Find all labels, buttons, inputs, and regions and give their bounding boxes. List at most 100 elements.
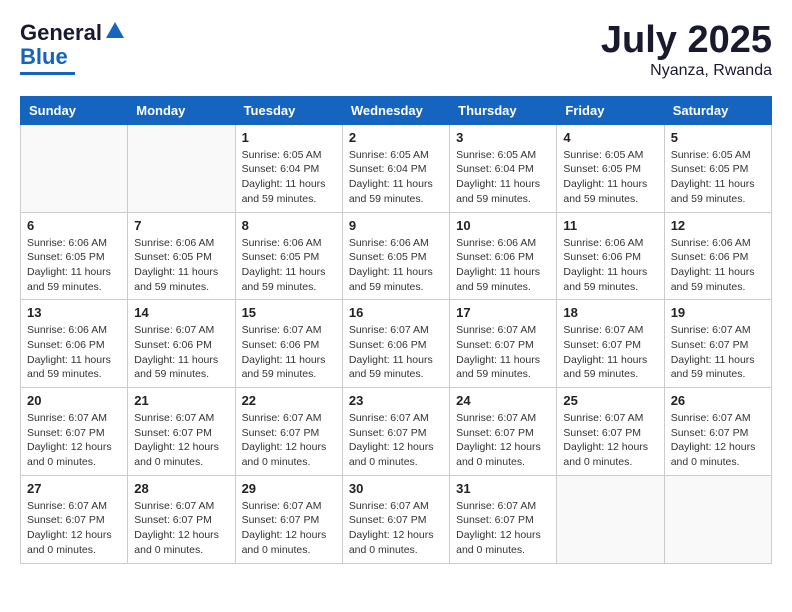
page-header: General Blue July 2025 Nyanza, Rwanda [20,20,772,80]
calendar-week-row: 20 Sunrise: 6:07 AMSunset: 6:07 PMDayligh… [21,388,772,476]
calendar-day-cell: 17 Sunrise: 6:07 AMSunset: 6:07 PMDayligh… [450,300,557,388]
weekday-header: Sunday [21,96,128,124]
calendar-day-cell: 7 Sunrise: 6:06 AMSunset: 6:05 PMDaylight… [128,212,235,300]
calendar-day-cell: 21Sunrise: 6:07 AMSunset: 6:07 PMDayligh… [128,388,235,476]
day-number: 16 [349,305,443,320]
weekday-header: Tuesday [235,96,342,124]
day-number: 19 [671,305,765,320]
day-number: 27 [27,481,121,496]
calendar-day-cell: 15 Sunrise: 6:07 AMSunset: 6:06 PMDayligh… [235,300,342,388]
day-info: Sunrise: 6:07 AMSunset: 6:07 PMDaylight:… [27,411,121,470]
calendar-day-cell [557,475,664,563]
logo-underline [20,72,75,75]
day-number: 26 [671,393,765,408]
day-number: 10 [456,218,550,233]
day-info: Sunrise: 6:06 AMSunset: 6:06 PMDaylight:… [27,323,121,382]
day-info: Sunrise: 6:07 AMSunset: 6:06 PMDaylight:… [242,323,336,382]
day-number: 12 [671,218,765,233]
location: Nyanza, Rwanda [601,62,772,80]
day-info: Sunrise: 6:07 AMSunset: 6:07 PMDaylight:… [456,323,550,382]
calendar-week-row: 13 Sunrise: 6:06 AMSunset: 6:06 PMDayligh… [21,300,772,388]
calendar-day-cell: 1Sunrise: 6:05 AMSunset: 6:04 PMDaylight… [235,124,342,212]
day-info: Sunrise: 6:06 AMSunset: 6:06 PMDaylight:… [671,236,765,295]
calendar-day-cell: 12 Sunrise: 6:06 AMSunset: 6:06 PMDayligh… [664,212,771,300]
calendar-week-row: 6Sunrise: 6:06 AMSunset: 6:05 PMDaylight… [21,212,772,300]
logo-blue: Blue [20,44,68,70]
day-number: 2 [349,130,443,145]
day-info: Sunrise: 6:07 AMSunset: 6:06 PMDaylight:… [134,323,228,382]
day-number: 5 [671,130,765,145]
day-info: Sunrise: 6:05 AMSunset: 6:04 PMDaylight:… [242,148,336,207]
day-info: Sunrise: 6:07 AMSunset: 6:06 PMDaylight:… [349,323,443,382]
day-info: Sunrise: 6:07 AMSunset: 6:07 PMDaylight:… [671,323,765,382]
weekday-header: Friday [557,96,664,124]
logo-general: General [20,20,102,46]
calendar-day-cell: 3 Sunrise: 6:05 AMSunset: 6:04 PMDaylight… [450,124,557,212]
day-info: Sunrise: 6:06 AMSunset: 6:05 PMDaylight:… [134,236,228,295]
calendar-day-cell: 27Sunrise: 6:07 AMSunset: 6:07 PMDayligh… [21,475,128,563]
calendar-day-cell: 16 Sunrise: 6:07 AMSunset: 6:06 PMDayligh… [342,300,449,388]
day-number: 15 [242,305,336,320]
calendar-day-cell: 14Sunrise: 6:07 AMSunset: 6:06 PMDayligh… [128,300,235,388]
weekday-header: Saturday [664,96,771,124]
day-info: Sunrise: 6:07 AMSunset: 6:07 PMDaylight:… [134,411,228,470]
day-info: Sunrise: 6:07 AMSunset: 6:07 PMDaylight:… [456,411,550,470]
day-info: Sunrise: 6:07 AMSunset: 6:07 PMDaylight:… [456,499,550,558]
calendar-day-cell: 31 Sunrise: 6:07 AMSunset: 6:07 PMDayligh… [450,475,557,563]
day-info: Sunrise: 6:05 AMSunset: 6:05 PMDaylight:… [671,148,765,207]
day-number: 25 [563,393,657,408]
calendar-day-cell: 5 Sunrise: 6:05 AMSunset: 6:05 PMDaylight… [664,124,771,212]
day-info: Sunrise: 6:07 AMSunset: 6:07 PMDaylight:… [134,499,228,558]
day-number: 3 [456,130,550,145]
day-number: 29 [242,481,336,496]
weekday-header: Monday [128,96,235,124]
calendar-day-cell: 11 Sunrise: 6:06 AMSunset: 6:06 PMDayligh… [557,212,664,300]
calendar-day-cell: 4Sunrise: 6:05 AMSunset: 6:05 PMDaylight… [557,124,664,212]
calendar-day-cell: 2 Sunrise: 6:05 AMSunset: 6:04 PMDaylight… [342,124,449,212]
day-info: Sunrise: 6:07 AMSunset: 6:07 PMDaylight:… [563,411,657,470]
calendar-day-cell: 6Sunrise: 6:06 AMSunset: 6:05 PMDaylight… [21,212,128,300]
day-number: 28 [134,481,228,496]
day-number: 7 [134,218,228,233]
month-year: July 2025 [601,20,772,62]
day-info: Sunrise: 6:05 AMSunset: 6:04 PMDaylight:… [456,148,550,207]
calendar-day-cell: 8Sunrise: 6:06 AMSunset: 6:05 PMDaylight… [235,212,342,300]
day-info: Sunrise: 6:06 AMSunset: 6:05 PMDaylight:… [349,236,443,295]
calendar-day-cell: 22Sunrise: 6:07 AMSunset: 6:07 PMDayligh… [235,388,342,476]
calendar-day-cell [664,475,771,563]
calendar-week-row: 1Sunrise: 6:05 AMSunset: 6:04 PMDaylight… [21,124,772,212]
day-info: Sunrise: 6:06 AMSunset: 6:05 PMDaylight:… [242,236,336,295]
calendar-day-cell: 23 Sunrise: 6:07 AMSunset: 6:07 PMDayligh… [342,388,449,476]
day-info: Sunrise: 6:07 AMSunset: 6:07 PMDaylight:… [242,499,336,558]
day-number: 13 [27,305,121,320]
calendar-day-cell: 29 Sunrise: 6:07 AMSunset: 6:07 PMDayligh… [235,475,342,563]
calendar-day-cell: 18Sunrise: 6:07 AMSunset: 6:07 PMDayligh… [557,300,664,388]
day-number: 11 [563,218,657,233]
day-info: Sunrise: 6:06 AMSunset: 6:05 PMDaylight:… [27,236,121,295]
calendar-day-cell: 30Sunrise: 6:07 AMSunset: 6:07 PMDayligh… [342,475,449,563]
day-info: Sunrise: 6:06 AMSunset: 6:06 PMDaylight:… [563,236,657,295]
calendar-day-cell: 19 Sunrise: 6:07 AMSunset: 6:07 PMDayligh… [664,300,771,388]
weekday-header: Thursday [450,96,557,124]
day-info: Sunrise: 6:06 AMSunset: 6:06 PMDaylight:… [456,236,550,295]
day-number: 20 [27,393,121,408]
day-number: 9 [349,218,443,233]
calendar-day-cell: 24 Sunrise: 6:07 AMSunset: 6:07 PMDayligh… [450,388,557,476]
day-number: 31 [456,481,550,496]
day-number: 18 [563,305,657,320]
day-number: 4 [563,130,657,145]
calendar-day-cell [128,124,235,212]
day-number: 30 [349,481,443,496]
day-info: Sunrise: 6:07 AMSunset: 6:07 PMDaylight:… [349,411,443,470]
day-number: 23 [349,393,443,408]
day-info: Sunrise: 6:05 AMSunset: 6:04 PMDaylight:… [349,148,443,207]
day-number: 24 [456,393,550,408]
day-info: Sunrise: 6:07 AMSunset: 6:07 PMDaylight:… [671,411,765,470]
calendar-day-cell [21,124,128,212]
calendar-day-cell: 13 Sunrise: 6:06 AMSunset: 6:06 PMDayligh… [21,300,128,388]
calendar-day-cell: 25 Sunrise: 6:07 AMSunset: 6:07 PMDayligh… [557,388,664,476]
weekday-header: Wednesday [342,96,449,124]
day-number: 17 [456,305,550,320]
calendar-day-cell: 28 Sunrise: 6:07 AMSunset: 6:07 PMDayligh… [128,475,235,563]
title-block: July 2025 Nyanza, Rwanda [601,20,772,80]
